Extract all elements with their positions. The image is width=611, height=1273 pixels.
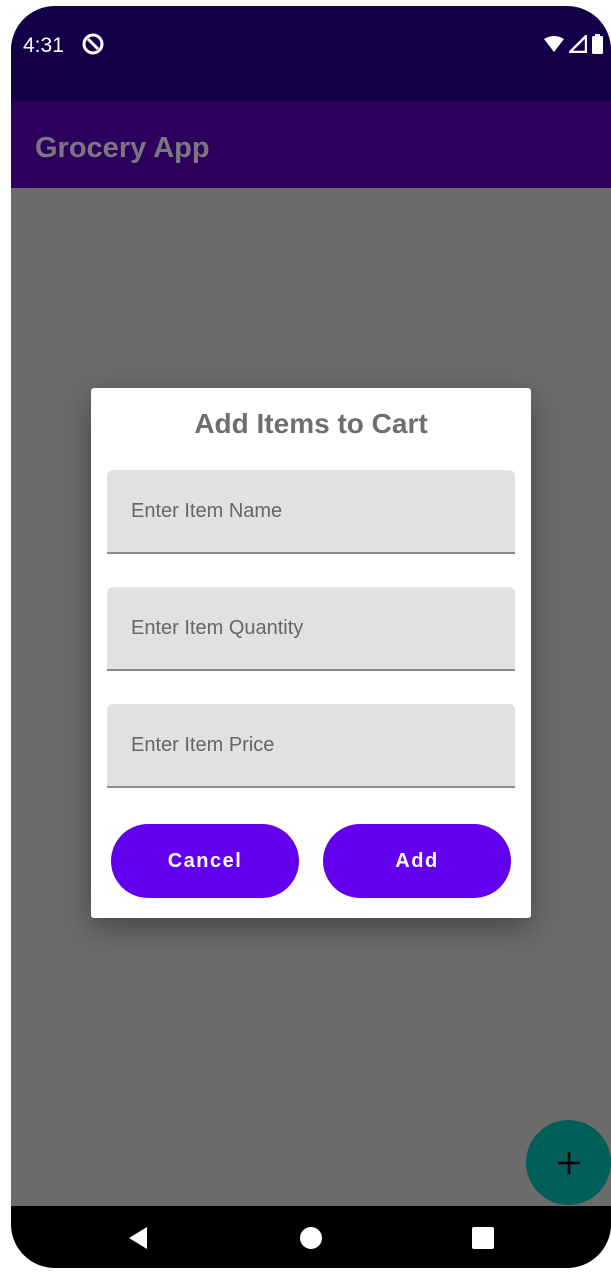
item-quantity-field[interactable] xyxy=(107,587,515,671)
plus-icon xyxy=(557,1151,580,1174)
add-items-dialog: Add Items to Cart Cancel Add xyxy=(91,388,531,918)
nav-home-button[interactable] xyxy=(291,1218,331,1258)
app-title: Grocery App xyxy=(35,132,210,164)
item-price-field[interactable] xyxy=(107,704,515,788)
status-icons xyxy=(544,34,603,54)
add-item-fab[interactable] xyxy=(526,1120,611,1205)
dialog-title: Add Items to Cart xyxy=(194,408,428,439)
status-bar: 4:31 xyxy=(11,6,611,101)
item-quantity-input[interactable] xyxy=(107,587,515,669)
back-icon xyxy=(129,1227,147,1249)
status-time: 4:31 xyxy=(23,34,64,57)
notification-app-icon xyxy=(82,33,104,55)
phone-screen: 4:31 Grocery App Add Items to Cart Enter… xyxy=(11,6,611,1268)
cancel-button[interactable]: Cancel xyxy=(111,824,299,898)
home-icon xyxy=(300,1227,322,1249)
signal-icon xyxy=(569,35,587,53)
wifi-icon xyxy=(544,36,564,52)
recents-icon xyxy=(472,1227,494,1249)
item-price-input[interactable] xyxy=(107,704,515,786)
battery-icon xyxy=(592,34,603,54)
item-name-field[interactable] xyxy=(107,470,515,554)
nav-back-button[interactable] xyxy=(118,1218,158,1258)
item-name-input[interactable] xyxy=(107,470,515,552)
add-button[interactable]: Add xyxy=(323,824,511,898)
navigation-bar xyxy=(11,1206,611,1268)
nav-recents-button[interactable] xyxy=(463,1218,503,1258)
